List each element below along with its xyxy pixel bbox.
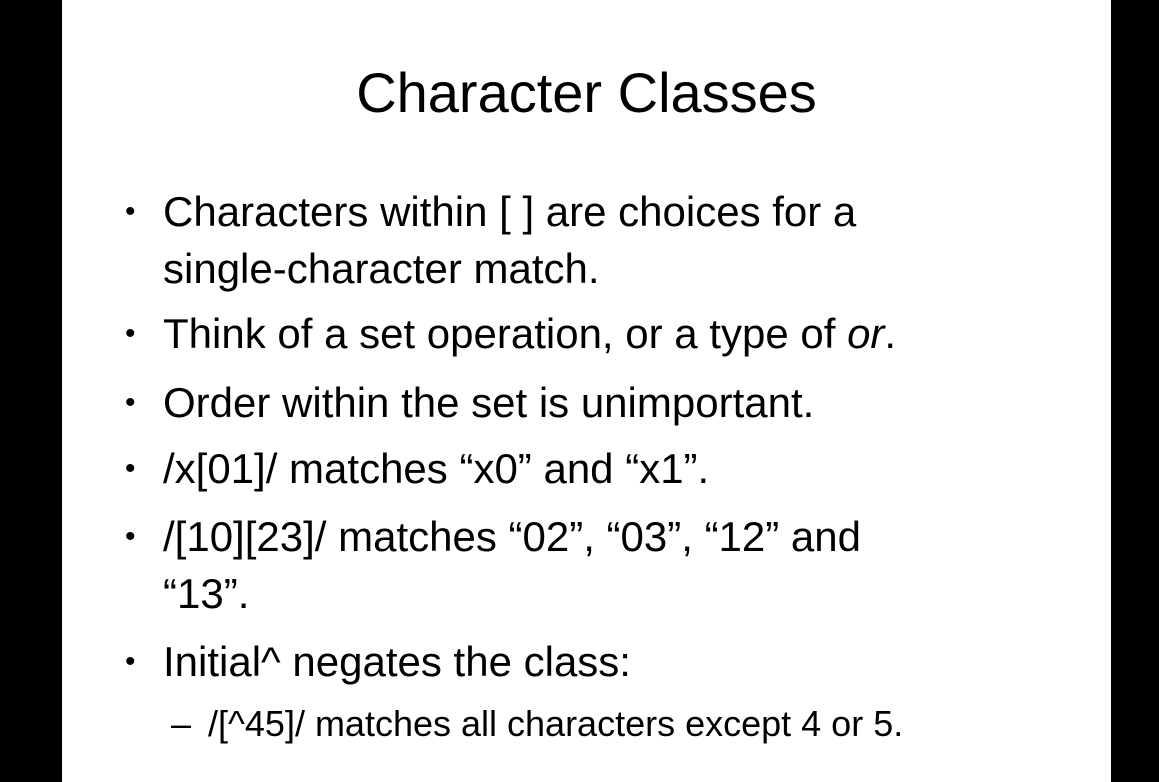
bullet-text: Characters within [ ] are choices for a … [163,183,856,297]
bullet-line: “13”. [163,570,250,617]
bullet-text: Initial^ negates the class: [163,633,631,690]
bullet-text: /[10][23]/ matches “02”, “03”, “12” and … [163,508,861,622]
bullet-marker: • [125,452,136,485]
bullet-text: /x[01]/ matches “x0” and “x1”. [163,440,709,497]
bullet-text: Order within the set is unimportant. [163,374,814,431]
bullet-line: Characters within [ ] are choices for a [163,188,857,235]
bullet-line: /x[01]/ matches “x0” and “x1”. [163,445,710,492]
sub-bullet-text: /[^45]/ matches all characters except 4 … [208,703,904,744]
bullet-line: single-character match. [163,245,600,292]
bullet-marker: • [125,386,136,419]
bullet-marker: • [125,645,136,678]
bullet-marker: • [125,317,136,350]
bullet-line: Order within the set is unimportant. [163,379,815,426]
bullet-text: Think of a set operation, or a type of o… [163,305,896,362]
slide: Character Classes • Characters within [ … [62,0,1111,782]
bullet-marker: • [125,520,136,553]
sub-bullet-marker: – [171,703,192,744]
bullet-text-post: . [884,310,897,357]
bullet-marker: • [125,195,136,228]
bullet-list: • Characters within [ ] are choices for … [62,0,1111,782]
bullet-text-emphasis: or [847,310,885,357]
bullet-line: Initial^ negates the class: [163,638,631,685]
bullet-line: /[10][23]/ matches “02”, “03”, “12” and [163,513,862,560]
bullet-text-pre: Think of a set operation, or a type of [163,310,848,357]
